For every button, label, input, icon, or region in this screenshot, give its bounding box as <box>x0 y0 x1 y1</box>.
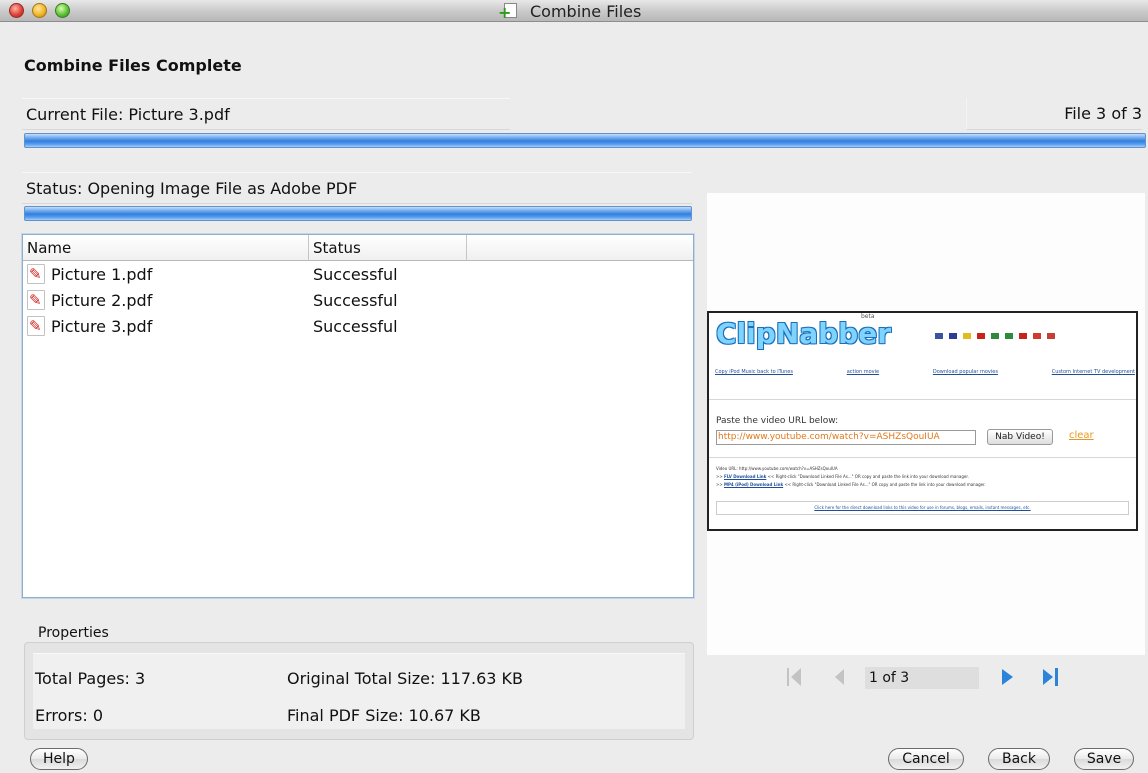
file-status: Successful <box>313 316 398 336</box>
flag-icon <box>935 333 943 339</box>
total-pages-label: Total Pages: 3 <box>35 669 146 688</box>
page-title: Combine Files Complete <box>24 56 242 75</box>
language-flags <box>935 333 1055 339</box>
thumb-divider <box>709 399 1136 400</box>
table-header: Name Status <box>23 235 693 261</box>
current-file-label: Current File: Picture 3.pdf <box>26 104 230 124</box>
pdf-file-icon <box>27 290 45 310</box>
file-status: Successful <box>313 290 398 310</box>
video-url-line: Video URL: http://www.youtube.com/watch?… <box>716 466 838 471</box>
mp4-download-line: >> MP4 (iPod) Download Link << Right-cli… <box>716 482 986 487</box>
file-list-table[interactable]: Name Status Picture 1.pdf Successful Pic… <box>22 234 694 598</box>
file-name: Picture 3.pdf <box>51 316 153 336</box>
flag-icon <box>1033 333 1041 339</box>
flag-icon <box>963 333 971 339</box>
url-field: http://www.youtube.com/watch?v=ASHZsQouI… <box>716 430 976 445</box>
flag-icon <box>949 333 957 339</box>
mp4-prefix: >> <box>716 482 723 487</box>
zoom-window-button[interactable] <box>55 3 70 18</box>
file-progress-bar <box>24 133 1146 148</box>
mp4-download-text: << Right-click "Download Linked File As.… <box>784 482 986 487</box>
previous-page-icon[interactable] <box>833 666 847 688</box>
paste-label: Paste the video URL below: <box>716 416 839 426</box>
file-name: Picture 2.pdf <box>51 290 153 310</box>
next-page-icon[interactable] <box>1000 666 1014 688</box>
flv-prefix: >> <box>716 474 723 479</box>
file-count-label: File 3 of 3 <box>1064 104 1142 123</box>
pdf-file-icon <box>27 316 45 336</box>
thumb-divider <box>709 457 1136 458</box>
page-preview-thumbnail: ClipNabber beta Copy iPod Music back to … <box>707 311 1138 531</box>
file-name: Picture 1.pdf <box>51 264 153 284</box>
file-name-cell: Picture 1.pdf <box>23 264 309 284</box>
save-button[interactable]: Save <box>1074 748 1134 770</box>
window-title: Combine Files <box>530 1 642 21</box>
flag-icon <box>991 333 999 339</box>
beta-tag: beta <box>861 313 875 320</box>
last-page-icon[interactable] <box>1042 666 1062 688</box>
table-row[interactable]: Picture 2.pdf Successful <box>23 287 693 313</box>
table-row[interactable]: Picture 1.pdf Successful <box>23 261 693 287</box>
status-field: Status: Opening Image File as Adobe PDF <box>22 172 692 204</box>
flag-icon <box>977 333 985 339</box>
direct-links-bar: Click here for the direct download links… <box>716 501 1129 515</box>
flv-download-line: >> FLV Download Link << Right-click "Dow… <box>716 474 969 479</box>
minimize-window-button[interactable] <box>32 3 47 18</box>
cancel-button[interactable]: Cancel <box>888 748 964 770</box>
mp4-download-link: MP4 (iPod) Download Link <box>723 482 784 487</box>
first-page-icon[interactable] <box>787 666 801 688</box>
status-label: Status: Opening Image File as Adobe PDF <box>26 178 358 198</box>
thumb-link: Copy iPod Music back to iTunes <box>715 369 793 375</box>
properties-panel: Total Pages: 3 Original Total Size: 117.… <box>24 642 694 740</box>
status-progress-bar <box>24 206 692 221</box>
help-button[interactable]: Help <box>30 748 88 770</box>
flv-download-text: << Right-click "Download Linked File As.… <box>767 474 969 479</box>
file-name-cell: Picture 2.pdf <box>23 290 309 310</box>
clear-link: clear <box>1069 430 1094 441</box>
current-file-field: Current File: Picture 3.pdf <box>22 98 510 130</box>
clipnabber-logo: ClipNabber <box>716 317 891 350</box>
flag-icon <box>1019 333 1027 339</box>
original-size-label: Original Total Size: 117.63 KB <box>287 669 524 688</box>
thumb-link: Download popular movies <box>932 369 998 375</box>
flag-icon <box>1047 333 1055 339</box>
thumb-link: Custom Internet TV development <box>1051 369 1135 375</box>
thumb-link: action movie <box>846 369 880 375</box>
close-window-button[interactable] <box>9 3 24 18</box>
file-count-field: File 3 of 3 <box>966 98 1142 130</box>
flag-icon <box>1005 333 1013 339</box>
pdf-file-icon <box>27 264 45 284</box>
column-header-name[interactable]: Name <box>23 235 309 261</box>
file-status: Successful <box>313 264 398 284</box>
column-header-status[interactable]: Status <box>309 235 467 261</box>
back-button[interactable]: Back <box>988 748 1050 770</box>
page-number-field[interactable]: 1 of 3 <box>865 667 979 689</box>
thumbnail-links: Copy iPod Music back to iTunes action mo… <box>715 369 1135 375</box>
properties-heading: Properties <box>38 625 109 641</box>
combine-files-icon: + <box>498 2 522 21</box>
table-row[interactable]: Picture 3.pdf Successful <box>23 313 693 339</box>
final-size-label: Final PDF Size: 10.67 KB <box>287 706 481 725</box>
file-name-cell: Picture 3.pdf <box>23 316 309 336</box>
window-title-group: + Combine Files <box>498 0 641 22</box>
properties-content: Total Pages: 3 Original Total Size: 117.… <box>33 653 685 729</box>
flv-download-link: FLV Download Link <box>723 474 767 479</box>
window-titlebar: + Combine Files <box>0 0 1148 22</box>
errors-label: Errors: 0 <box>35 706 103 725</box>
nab-video-button: Nab Video! <box>987 429 1053 445</box>
